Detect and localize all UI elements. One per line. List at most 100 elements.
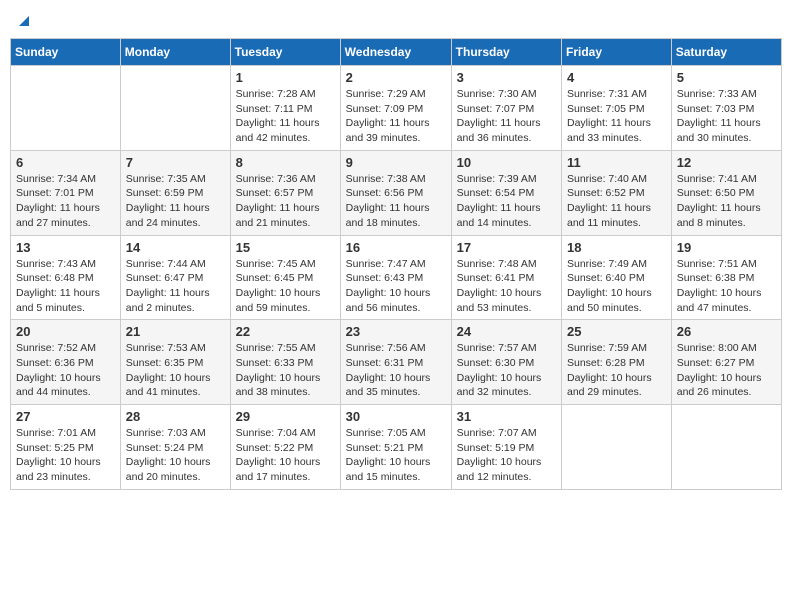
day-info: Sunrise: 7:55 AMSunset: 6:33 PMDaylight:… xyxy=(236,341,335,400)
day-number: 12 xyxy=(677,155,776,170)
day-number: 22 xyxy=(236,324,335,339)
day-info: Sunrise: 7:28 AMSunset: 7:11 PMDaylight:… xyxy=(236,87,335,146)
day-info: Sunrise: 7:41 AMSunset: 6:50 PMDaylight:… xyxy=(677,172,776,231)
calendar-week-row: 6 Sunrise: 7:34 AMSunset: 7:01 PMDaylight… xyxy=(11,150,782,235)
calendar-cell: 6 Sunrise: 7:34 AMSunset: 7:01 PMDaylight… xyxy=(11,150,121,235)
day-info: Sunrise: 8:00 AMSunset: 6:27 PMDaylight:… xyxy=(677,341,776,400)
day-info: Sunrise: 7:36 AMSunset: 6:57 PMDaylight:… xyxy=(236,172,335,231)
calendar-cell: 15Sunrise: 7:45 AMSunset: 6:45 PMDayligh… xyxy=(230,235,340,320)
calendar-week-row: 1 Sunrise: 7:28 AMSunset: 7:11 PMDaylight… xyxy=(11,66,782,151)
day-info: Sunrise: 7:40 AMSunset: 6:52 PMDaylight:… xyxy=(567,172,666,231)
calendar-table: SundayMondayTuesdayWednesdayThursdayFrid… xyxy=(10,38,782,490)
calendar-cell: 8 Sunrise: 7:36 AMSunset: 6:57 PMDaylight… xyxy=(230,150,340,235)
calendar-cell: 17 Sunrise: 7:48 AMSunset: 6:41 PMDayligh… xyxy=(451,235,561,320)
day-number: 14 xyxy=(126,240,225,255)
calendar-cell: 23 Sunrise: 7:56 AMSunset: 6:31 PMDayligh… xyxy=(340,320,451,405)
calendar-cell: 13 Sunrise: 7:43 AMSunset: 6:48 PMDayligh… xyxy=(11,235,121,320)
day-info: Sunrise: 7:57 AMSunset: 6:30 PMDaylight:… xyxy=(457,341,556,400)
day-number: 17 xyxy=(457,240,556,255)
calendar-header-row: SundayMondayTuesdayWednesdayThursdayFrid… xyxy=(11,39,782,66)
day-info: Sunrise: 7:49 AMSunset: 6:40 PMDaylight:… xyxy=(567,257,666,316)
calendar-cell: 19 Sunrise: 7:51 AMSunset: 6:38 PMDayligh… xyxy=(671,235,781,320)
day-number: 13 xyxy=(16,240,115,255)
day-info: Sunrise: 7:30 AMSunset: 7:07 PMDaylight:… xyxy=(457,87,556,146)
day-number: 18 xyxy=(567,240,666,255)
day-number: 23 xyxy=(346,324,446,339)
day-number: 16 xyxy=(346,240,446,255)
calendar-cell: 10Sunrise: 7:39 AMSunset: 6:54 PMDayligh… xyxy=(451,150,561,235)
day-number: 11 xyxy=(567,155,666,170)
weekday-header-tuesday: Tuesday xyxy=(230,39,340,66)
calendar-cell: 9Sunrise: 7:38 AMSunset: 6:56 PMDaylight… xyxy=(340,150,451,235)
day-number: 1 xyxy=(236,70,335,85)
day-info: Sunrise: 7:33 AMSunset: 7:03 PMDaylight:… xyxy=(677,87,776,146)
day-number: 26 xyxy=(677,324,776,339)
page-header xyxy=(10,10,782,30)
calendar-cell: 14 Sunrise: 7:44 AMSunset: 6:47 PMDayligh… xyxy=(120,235,230,320)
calendar-week-row: 20Sunrise: 7:52 AMSunset: 6:36 PMDayligh… xyxy=(11,320,782,405)
calendar-cell: 4 Sunrise: 7:31 AMSunset: 7:05 PMDaylight… xyxy=(562,66,672,151)
calendar-cell: 16 Sunrise: 7:47 AMSunset: 6:43 PMDayligh… xyxy=(340,235,451,320)
calendar-cell xyxy=(671,405,781,490)
calendar-week-row: 27 Sunrise: 7:01 AMSunset: 5:25 PMDayligh… xyxy=(11,405,782,490)
weekday-header-thursday: Thursday xyxy=(451,39,561,66)
day-number: 28 xyxy=(126,409,225,424)
calendar-cell: 26 Sunrise: 8:00 AMSunset: 6:27 PMDayligh… xyxy=(671,320,781,405)
day-number: 5 xyxy=(677,70,776,85)
day-number: 24 xyxy=(457,324,556,339)
day-info: Sunrise: 7:48 AMSunset: 6:41 PMDaylight:… xyxy=(457,257,556,316)
calendar-cell: 24 Sunrise: 7:57 AMSunset: 6:30 PMDayligh… xyxy=(451,320,561,405)
day-number: 31 xyxy=(457,409,556,424)
weekday-header-saturday: Saturday xyxy=(671,39,781,66)
day-info: Sunrise: 7:45 AMSunset: 6:45 PMDaylight:… xyxy=(236,257,335,316)
day-number: 19 xyxy=(677,240,776,255)
day-info: Sunrise: 7:47 AMSunset: 6:43 PMDaylight:… xyxy=(346,257,446,316)
calendar-cell: 28 Sunrise: 7:03 AMSunset: 5:24 PMDayligh… xyxy=(120,405,230,490)
day-info: Sunrise: 7:05 AMSunset: 5:21 PMDaylight:… xyxy=(346,426,446,485)
day-number: 27 xyxy=(16,409,115,424)
calendar-cell: 20Sunrise: 7:52 AMSunset: 6:36 PMDayligh… xyxy=(11,320,121,405)
day-info: Sunrise: 7:07 AMSunset: 5:19 PMDaylight:… xyxy=(457,426,556,485)
day-info: Sunrise: 7:43 AMSunset: 6:48 PMDaylight:… xyxy=(16,257,115,316)
calendar-cell: 18 Sunrise: 7:49 AMSunset: 6:40 PMDayligh… xyxy=(562,235,672,320)
day-info: Sunrise: 7:44 AMSunset: 6:47 PMDaylight:… xyxy=(126,257,225,316)
calendar-cell: 25 Sunrise: 7:59 AMSunset: 6:28 PMDayligh… xyxy=(562,320,672,405)
day-info: Sunrise: 7:01 AMSunset: 5:25 PMDaylight:… xyxy=(16,426,115,485)
calendar-cell: 1 Sunrise: 7:28 AMSunset: 7:11 PMDaylight… xyxy=(230,66,340,151)
logo-triangle-icon xyxy=(15,12,33,30)
day-number: 21 xyxy=(126,324,225,339)
day-number: 29 xyxy=(236,409,335,424)
calendar-cell: 29 Sunrise: 7:04 AMSunset: 5:22 PMDayligh… xyxy=(230,405,340,490)
day-info: Sunrise: 7:51 AMSunset: 6:38 PMDaylight:… xyxy=(677,257,776,316)
day-number: 30 xyxy=(346,409,446,424)
day-info: Sunrise: 7:53 AMSunset: 6:35 PMDaylight:… xyxy=(126,341,225,400)
weekday-header-monday: Monday xyxy=(120,39,230,66)
day-number: 8 xyxy=(236,155,335,170)
calendar-cell: 5 Sunrise: 7:33 AMSunset: 7:03 PMDaylight… xyxy=(671,66,781,151)
day-info: Sunrise: 7:34 AMSunset: 7:01 PMDaylight:… xyxy=(16,172,115,231)
calendar-cell: 22 Sunrise: 7:55 AMSunset: 6:33 PMDayligh… xyxy=(230,320,340,405)
day-info: Sunrise: 7:31 AMSunset: 7:05 PMDaylight:… xyxy=(567,87,666,146)
day-number: 7 xyxy=(126,155,225,170)
day-number: 10 xyxy=(457,155,556,170)
day-info: Sunrise: 7:38 AMSunset: 6:56 PMDaylight:… xyxy=(346,172,446,231)
weekday-header-sunday: Sunday xyxy=(11,39,121,66)
calendar-cell: 30 Sunrise: 7:05 AMSunset: 5:21 PMDayligh… xyxy=(340,405,451,490)
calendar-cell xyxy=(120,66,230,151)
day-info: Sunrise: 7:56 AMSunset: 6:31 PMDaylight:… xyxy=(346,341,446,400)
day-info: Sunrise: 7:04 AMSunset: 5:22 PMDaylight:… xyxy=(236,426,335,485)
day-number: 4 xyxy=(567,70,666,85)
weekday-header-wednesday: Wednesday xyxy=(340,39,451,66)
calendar-cell: 3Sunrise: 7:30 AMSunset: 7:07 PMDaylight… xyxy=(451,66,561,151)
day-number: 6 xyxy=(16,155,115,170)
logo xyxy=(14,14,33,30)
day-info: Sunrise: 7:03 AMSunset: 5:24 PMDaylight:… xyxy=(126,426,225,485)
calendar-cell: 2Sunrise: 7:29 AMSunset: 7:09 PMDaylight… xyxy=(340,66,451,151)
day-info: Sunrise: 7:59 AMSunset: 6:28 PMDaylight:… xyxy=(567,341,666,400)
day-number: 25 xyxy=(567,324,666,339)
day-info: Sunrise: 7:52 AMSunset: 6:36 PMDaylight:… xyxy=(16,341,115,400)
calendar-cell: 21 Sunrise: 7:53 AMSunset: 6:35 PMDayligh… xyxy=(120,320,230,405)
calendar-cell: 31 Sunrise: 7:07 AMSunset: 5:19 PMDayligh… xyxy=(451,405,561,490)
day-info: Sunrise: 7:35 AMSunset: 6:59 PMDaylight:… xyxy=(126,172,225,231)
calendar-cell: 12 Sunrise: 7:41 AMSunset: 6:50 PMDayligh… xyxy=(671,150,781,235)
